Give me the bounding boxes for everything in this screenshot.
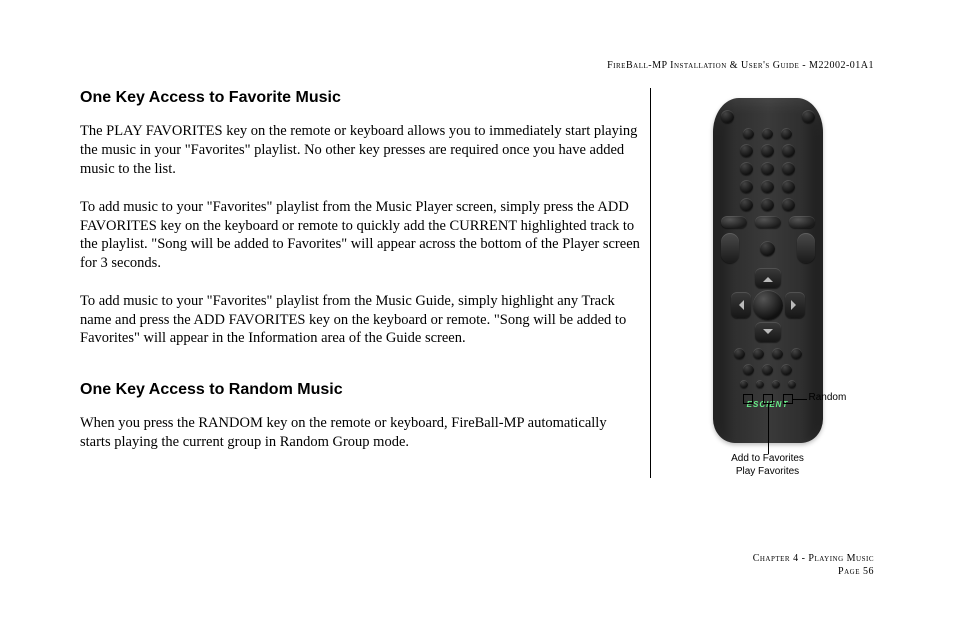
page-root: FireBall-MP Installation & User's Guide …	[0, 0, 954, 618]
remote-button	[734, 348, 745, 359]
remote-button	[721, 233, 739, 263]
figure-caption: Add to Favorites Play Favorites	[731, 453, 804, 478]
remote-button	[721, 110, 734, 123]
paragraph: The PLAY FAVORITES key on the remote or …	[80, 122, 640, 178]
page-footer: Chapter 4 - Playing Music Page 56	[753, 552, 874, 578]
dpad-ok-button	[753, 290, 783, 320]
remote-button	[782, 162, 795, 175]
remote-button	[788, 380, 796, 388]
remote-button	[761, 162, 774, 175]
footer-page-number: Page 56	[753, 565, 874, 578]
remote-button	[743, 128, 754, 139]
caption-line: Add to Favorites	[731, 453, 804, 466]
remote-dpad	[731, 268, 805, 342]
paragraph: To add music to your "Favorites" playlis…	[80, 198, 640, 272]
document-header: FireBall-MP Installation & User's Guide …	[607, 60, 874, 71]
remote-button	[721, 216, 747, 228]
paragraph: When you press the RANDOM key on the rem…	[80, 414, 640, 451]
footer-chapter: Chapter 4 - Playing Music	[753, 552, 874, 565]
remote-button	[740, 180, 753, 193]
remote-button	[761, 198, 774, 211]
callout-box-random-icon	[783, 394, 793, 404]
remote-button	[782, 144, 795, 157]
leader-line-icon	[793, 399, 807, 400]
remote-button	[762, 128, 773, 139]
dpad-down-icon	[755, 322, 781, 342]
remote-button	[756, 380, 764, 388]
paragraph: To add music to your "Favorites" playlis…	[80, 292, 640, 348]
remote-button	[740, 144, 753, 157]
content-row: One Key Access to Favorite Music The PLA…	[80, 88, 874, 478]
remote-button	[762, 364, 773, 375]
remote-button	[789, 216, 815, 228]
remote-button	[755, 216, 781, 228]
remote-button	[761, 180, 774, 193]
callout-box-favorites-icon	[763, 394, 773, 404]
dpad-left-icon	[731, 292, 751, 318]
remote-button	[781, 364, 792, 375]
remote-button	[753, 348, 764, 359]
caption-line: Play Favorites	[731, 466, 804, 479]
remote-control-illustration: ESCIENT Random	[713, 98, 823, 443]
remote-button	[743, 364, 754, 375]
figure-column: ESCIENT Random Add to Favorites Play Fav…	[661, 88, 874, 478]
remote-button	[802, 110, 815, 123]
remote-figure: ESCIENT Random Add to Favorites Play Fav…	[683, 98, 853, 478]
callout-label-random: Random	[809, 392, 847, 403]
remote-button	[797, 233, 815, 263]
remote-button	[740, 198, 753, 211]
remote-button	[740, 380, 748, 388]
remote-button	[781, 128, 792, 139]
remote-button	[791, 348, 802, 359]
leader-line-icon	[768, 404, 769, 454]
remote-button	[782, 180, 795, 193]
remote-button	[740, 162, 753, 175]
heading-favorite-music: One Key Access to Favorite Music	[80, 88, 640, 108]
vertical-divider	[650, 88, 651, 478]
heading-random-music: One Key Access to Random Music	[80, 380, 640, 400]
dpad-up-icon	[755, 268, 781, 288]
remote-button	[760, 241, 775, 256]
callout-box-favorites-icon	[743, 394, 753, 404]
remote-button	[761, 144, 774, 157]
remote-button	[772, 380, 780, 388]
text-column: One Key Access to Favorite Music The PLA…	[80, 88, 640, 472]
dpad-right-icon	[785, 292, 805, 318]
remote-button	[772, 348, 783, 359]
remote-button	[782, 198, 795, 211]
